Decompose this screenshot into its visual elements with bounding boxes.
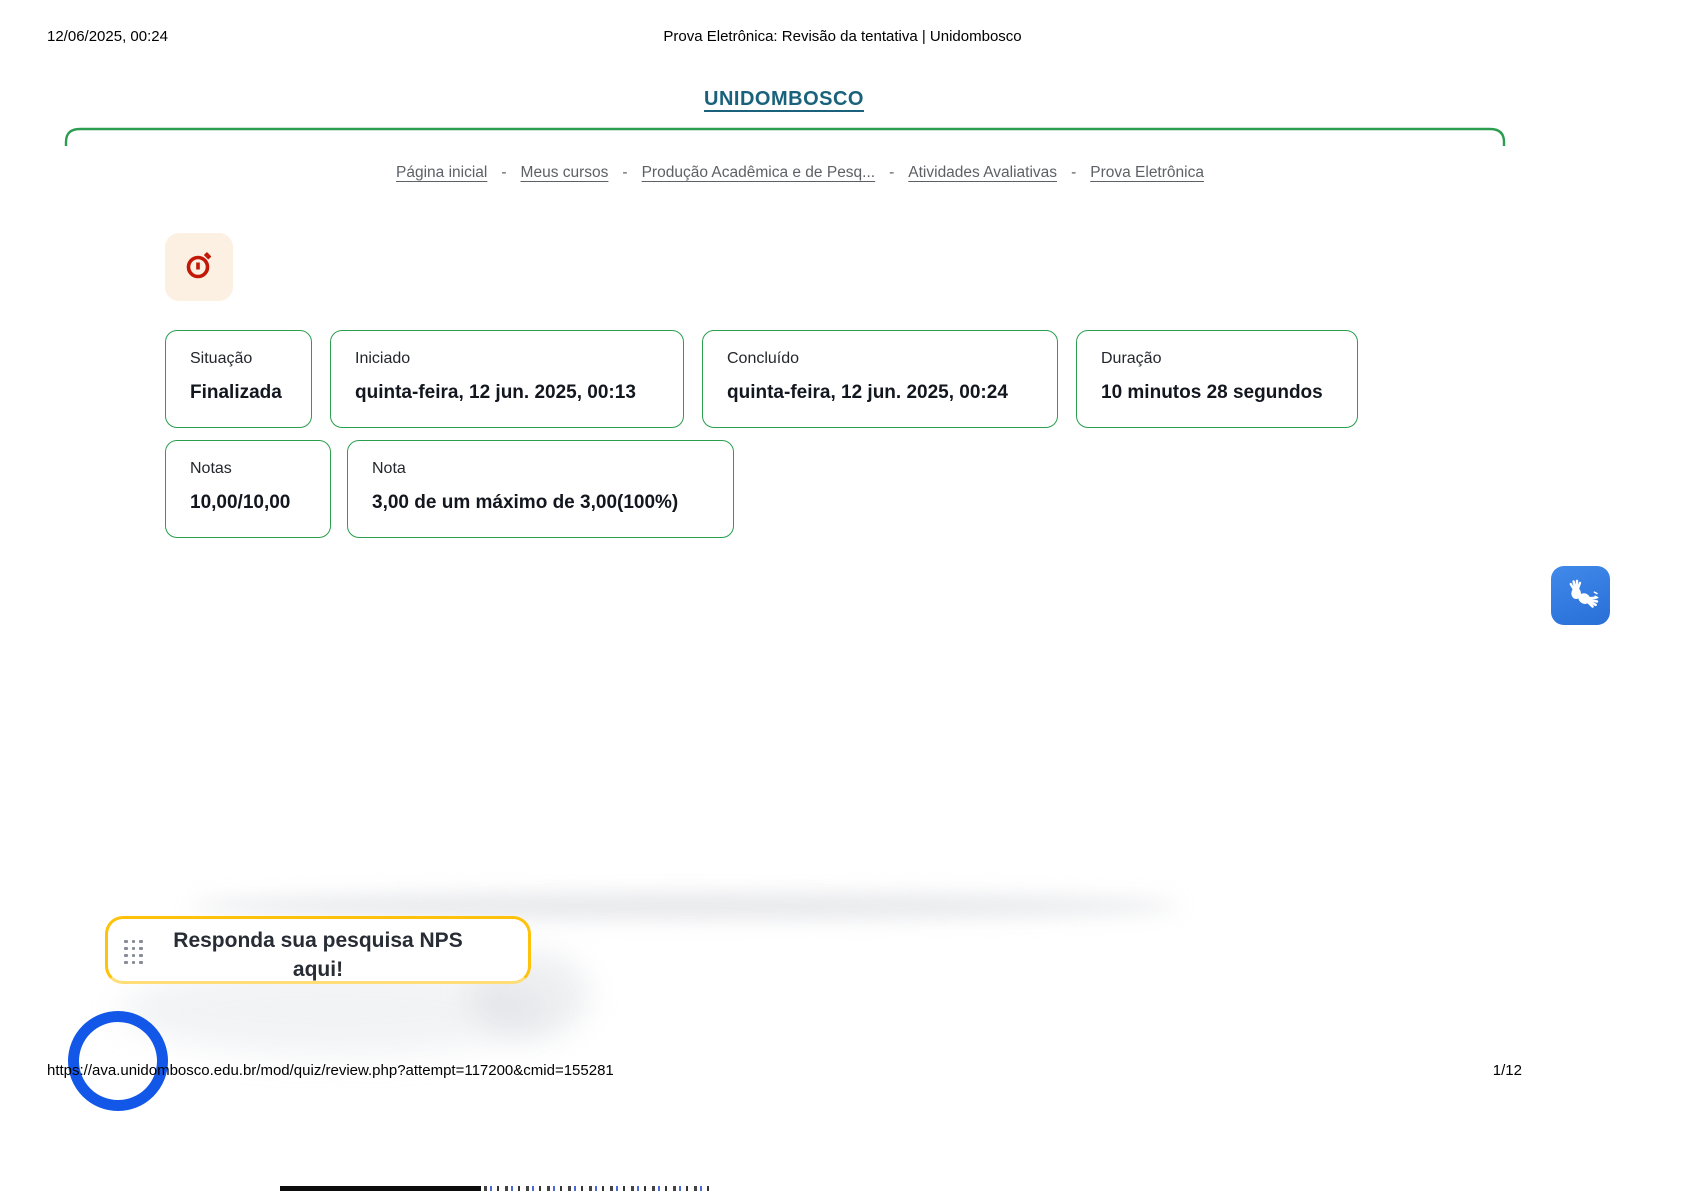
breadcrumb: Página inicial-Meus cursos-Produção Acad… (0, 164, 1600, 182)
accessibility-button[interactable] (1551, 566, 1610, 625)
card-situacao: Situação Finalizada (165, 330, 312, 428)
loading-ring (68, 1011, 168, 1111)
card-nota: Nota 3,00 de um máximo de 3,00(100%) (347, 440, 734, 538)
stopwatch-icon (179, 245, 219, 290)
card-value: 10 minutos 28 segundos (1101, 382, 1337, 404)
print-page-indicator: 1/12 (1493, 1062, 1522, 1079)
quiz-timer-tile (165, 233, 233, 301)
breadcrumb-separator: - (889, 164, 894, 182)
card-concluido: Concluído quinta-feira, 12 jun. 2025, 00… (702, 330, 1058, 428)
unidombosco-logo-link[interactable]: UNIDOMBOSCO (0, 88, 1568, 111)
card-value: quinta-feira, 12 jun. 2025, 00:24 (727, 382, 1037, 404)
card-label: Concluído (727, 350, 1037, 368)
nps-survey-widget[interactable]: Responda sua pesquisa NPS aqui! (105, 916, 531, 984)
print-footer-url: https://ava.unidombosco.edu.br/mod/quiz/… (47, 1062, 614, 1079)
sign-language-hands-icon (1559, 571, 1603, 620)
card-value: quinta-feira, 12 jun. 2025, 00:13 (355, 382, 663, 404)
breadcrumb-link-course[interactable]: Produção Acadêmica e de Pesq... (642, 164, 876, 181)
breadcrumb-link-activities[interactable]: Atividades Avaliativas (908, 164, 1057, 181)
card-notas: Notas 10,00/10,00 (165, 440, 331, 538)
breadcrumb-separator: - (501, 164, 506, 182)
breadcrumb-separator: - (1071, 164, 1076, 182)
card-label: Nota (372, 460, 713, 478)
breadcrumb-link-quiz[interactable]: Prova Eletrônica (1090, 164, 1204, 181)
card-value: 10,00/10,00 (190, 492, 310, 514)
card-label: Iniciado (355, 350, 663, 368)
card-label: Situação (190, 350, 291, 368)
attempt-summary-row-2: Notas 10,00/10,00 Nota 3,00 de um máximo… (165, 440, 734, 538)
content-card-top-border (0, 126, 1685, 148)
print-preview-page: 12/06/2025, 00:24 Prova Eletrônica: Revi… (0, 0, 1685, 1191)
card-label: Notas (190, 460, 310, 478)
card-value: Finalizada (190, 382, 291, 404)
card-duracao: Duração 10 minutos 28 segundos (1076, 330, 1358, 428)
card-label: Duração (1101, 350, 1337, 368)
page-break-artifact (484, 1186, 709, 1191)
breadcrumb-separator: - (622, 164, 627, 182)
card-value: 3,00 de um máximo de 3,00(100%) (372, 492, 713, 514)
card-iniciado: Iniciado quinta-feira, 12 jun. 2025, 00:… (330, 330, 684, 428)
breadcrumb-link-my-courses[interactable]: Meus cursos (521, 164, 609, 181)
attempt-summary-row-1: Situação Finalizada Iniciado quinta-feir… (165, 330, 1358, 428)
nps-survey-label: Responda sua pesquisa NPS aqui! (108, 919, 528, 981)
print-document-title: Prova Eletrônica: Revisão da tentativa |… (0, 28, 1685, 45)
page-break-artifact (280, 1186, 481, 1191)
breadcrumb-link-home[interactable]: Página inicial (396, 164, 487, 181)
